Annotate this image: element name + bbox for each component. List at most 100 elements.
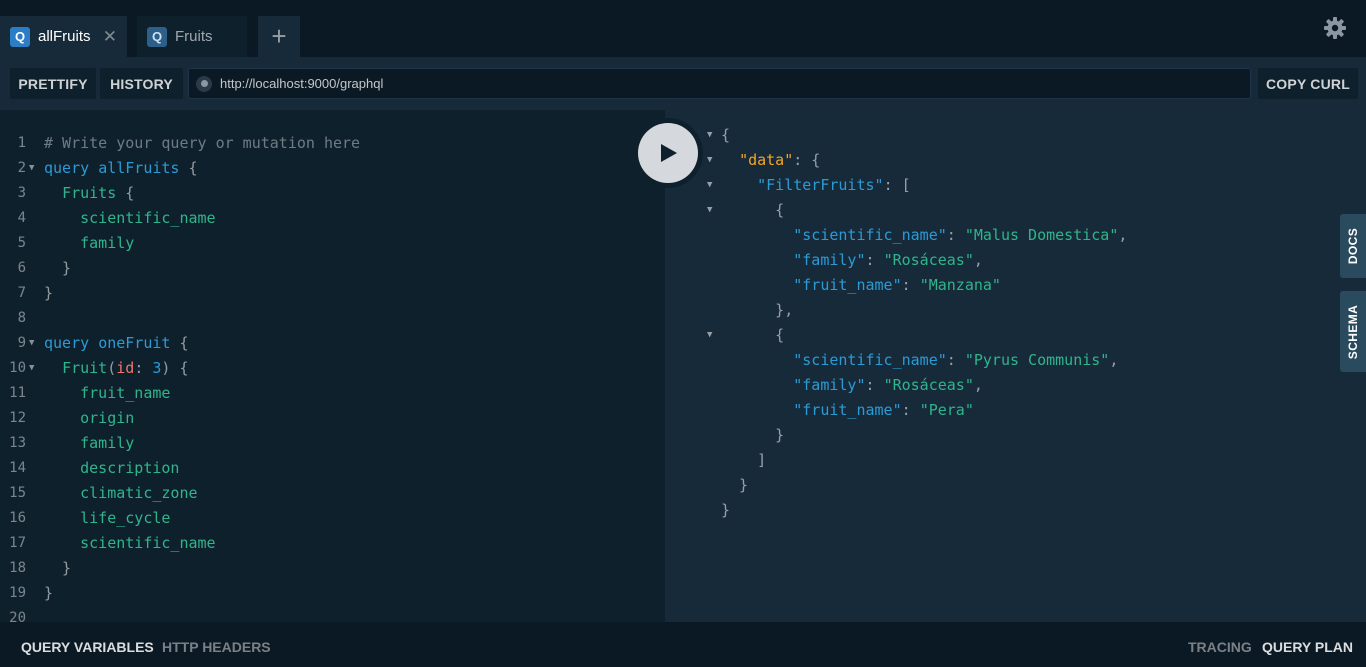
- query-plan-tab[interactable]: QUERY PLAN: [1262, 639, 1353, 655]
- fold-arrow-icon[interactable]: ▼: [707, 173, 712, 198]
- editor-line[interactable]: 15 climatic_zone: [0, 481, 665, 506]
- result-token: :: [865, 251, 884, 269]
- code-text: Fruit(id: 3) {: [44, 356, 188, 381]
- editor-line[interactable]: 11 fruit_name: [0, 381, 665, 406]
- line-number: 7: [17, 285, 26, 301]
- line-number: 15: [9, 485, 26, 501]
- code-text: origin: [44, 406, 134, 431]
- line-number: 14: [9, 460, 26, 476]
- editor-line[interactable]: 6 }: [0, 256, 665, 281]
- result-token: :: [865, 376, 884, 394]
- line-number: 18: [9, 560, 26, 576]
- editor-line[interactable]: 17 scientific_name: [0, 531, 665, 556]
- editor-line[interactable]: 3 Fruits {: [0, 181, 665, 206]
- fold-arrow-icon[interactable]: ▼: [29, 156, 34, 181]
- result-text: "fruit_name": "Pera": [721, 398, 974, 423]
- editor-line[interactable]: 13 family: [0, 431, 665, 456]
- code-text: family: [44, 231, 134, 256]
- copy-curl-button[interactable]: COPY CURL: [1258, 68, 1358, 99]
- editor-line[interactable]: 1 # Write your query or mutation here: [0, 131, 665, 156]
- editor-line[interactable]: 18 }: [0, 556, 665, 581]
- add-tab-button[interactable]: +: [258, 16, 300, 57]
- editor-line[interactable]: 19}: [0, 581, 665, 606]
- result-line: ▼ {: [665, 198, 1366, 223]
- result-text: {: [721, 123, 730, 148]
- result-token: ,: [973, 376, 983, 394]
- query-editor[interactable]: 1 # Write your query or mutation here 2 ▼ qu…: [0, 110, 665, 626]
- line-number: 12: [9, 410, 26, 426]
- code-token: allFruits: [98, 159, 180, 177]
- editor-line[interactable]: 8: [0, 306, 665, 331]
- http-headers-tab[interactable]: HTTP HEADERS: [162, 639, 271, 655]
- code-token: family: [80, 434, 135, 452]
- close-icon[interactable]: ✕: [103, 27, 117, 47]
- execute-query-button[interactable]: [633, 118, 703, 188]
- result-line: }: [665, 473, 1366, 498]
- code-token: }: [44, 259, 72, 277]
- fold-arrow-icon[interactable]: ▼: [707, 198, 712, 223]
- code-token: {: [179, 159, 198, 177]
- code-token: Fruits: [62, 184, 117, 202]
- editor-line[interactable]: 9 ▼ query oneFruit {: [0, 331, 665, 356]
- code-token: query: [44, 334, 90, 352]
- fold-arrow-icon[interactable]: ▼: [29, 331, 34, 356]
- schema-tab-label: SCHEMA: [1346, 304, 1360, 359]
- tracing-tab[interactable]: TRACING: [1188, 639, 1252, 655]
- tab-fruits[interactable]: Q Fruits: [137, 16, 247, 57]
- fold-arrow-icon[interactable]: ▼: [707, 123, 712, 148]
- tab-allfruits[interactable]: Q allFruits ✕: [0, 16, 127, 57]
- editor-line[interactable]: 10 ▼ Fruit(id: 3) {: [0, 356, 665, 381]
- result-text: {: [721, 323, 784, 348]
- line-number: 6: [17, 260, 26, 276]
- prettify-button[interactable]: PRETTIFY: [10, 68, 96, 99]
- code-text: scientific_name: [44, 531, 215, 556]
- code-token: id: [116, 359, 135, 377]
- gear-icon[interactable]: [1323, 16, 1347, 40]
- result-token: :: [946, 226, 965, 244]
- result-token: ,: [1118, 226, 1128, 244]
- result-token: [721, 276, 793, 294]
- history-button[interactable]: HISTORY: [100, 68, 183, 99]
- code-text: fruit_name: [44, 381, 170, 406]
- fold-arrow-icon[interactable]: ▼: [29, 356, 34, 381]
- editor-line[interactable]: 2 ▼ query allFruits {: [0, 156, 665, 181]
- query-badge-icon: Q: [147, 26, 167, 47]
- docs-tab[interactable]: DOCS: [1340, 214, 1366, 278]
- editor-line[interactable]: 12 origin: [0, 406, 665, 431]
- result-token: "scientific_name": [793, 226, 947, 244]
- editor-line[interactable]: 5 family: [0, 231, 665, 256]
- result-text: "scientific_name": "Malus Domestica",: [721, 223, 1127, 248]
- code-text: }: [44, 556, 71, 581]
- line-number: 1: [17, 135, 26, 151]
- result-token: : [: [883, 176, 911, 194]
- result-token: "fruit_name": [793, 401, 902, 419]
- code-token: query: [44, 159, 90, 177]
- query-variables-tab[interactable]: QUERY VARIABLES: [21, 639, 154, 655]
- result-line: "scientific_name": "Malus Domestica",: [665, 223, 1366, 248]
- editor-line[interactable]: 4 scientific_name: [0, 206, 665, 231]
- result-token: },: [721, 301, 794, 319]
- editor-line[interactable]: 7}: [0, 281, 665, 306]
- result-token: {: [721, 201, 785, 219]
- editor-line[interactable]: 14 description: [0, 456, 665, 481]
- fold-arrow-icon[interactable]: ▼: [707, 148, 712, 173]
- code-text: Fruits {: [44, 181, 134, 206]
- code-text: scientific_name: [44, 206, 215, 231]
- schema-tab[interactable]: SCHEMA: [1340, 291, 1366, 372]
- play-icon: [638, 123, 698, 183]
- result-line: "fruit_name": "Manzana": [665, 273, 1366, 298]
- gear-icon-svg: [1324, 17, 1346, 39]
- result-text: {: [721, 198, 784, 223]
- result-line: ]: [665, 448, 1366, 473]
- code-text: climatic_zone: [44, 481, 197, 506]
- code-text: family: [44, 431, 134, 456]
- endpoint-url-input[interactable]: http://localhost:9000/graphql: [188, 68, 1251, 99]
- editor-line[interactable]: 16 life_cycle: [0, 506, 665, 531]
- code-token: {: [116, 184, 135, 202]
- status-dot-icon: [196, 75, 212, 92]
- fold-arrow-icon[interactable]: ▼: [707, 323, 712, 348]
